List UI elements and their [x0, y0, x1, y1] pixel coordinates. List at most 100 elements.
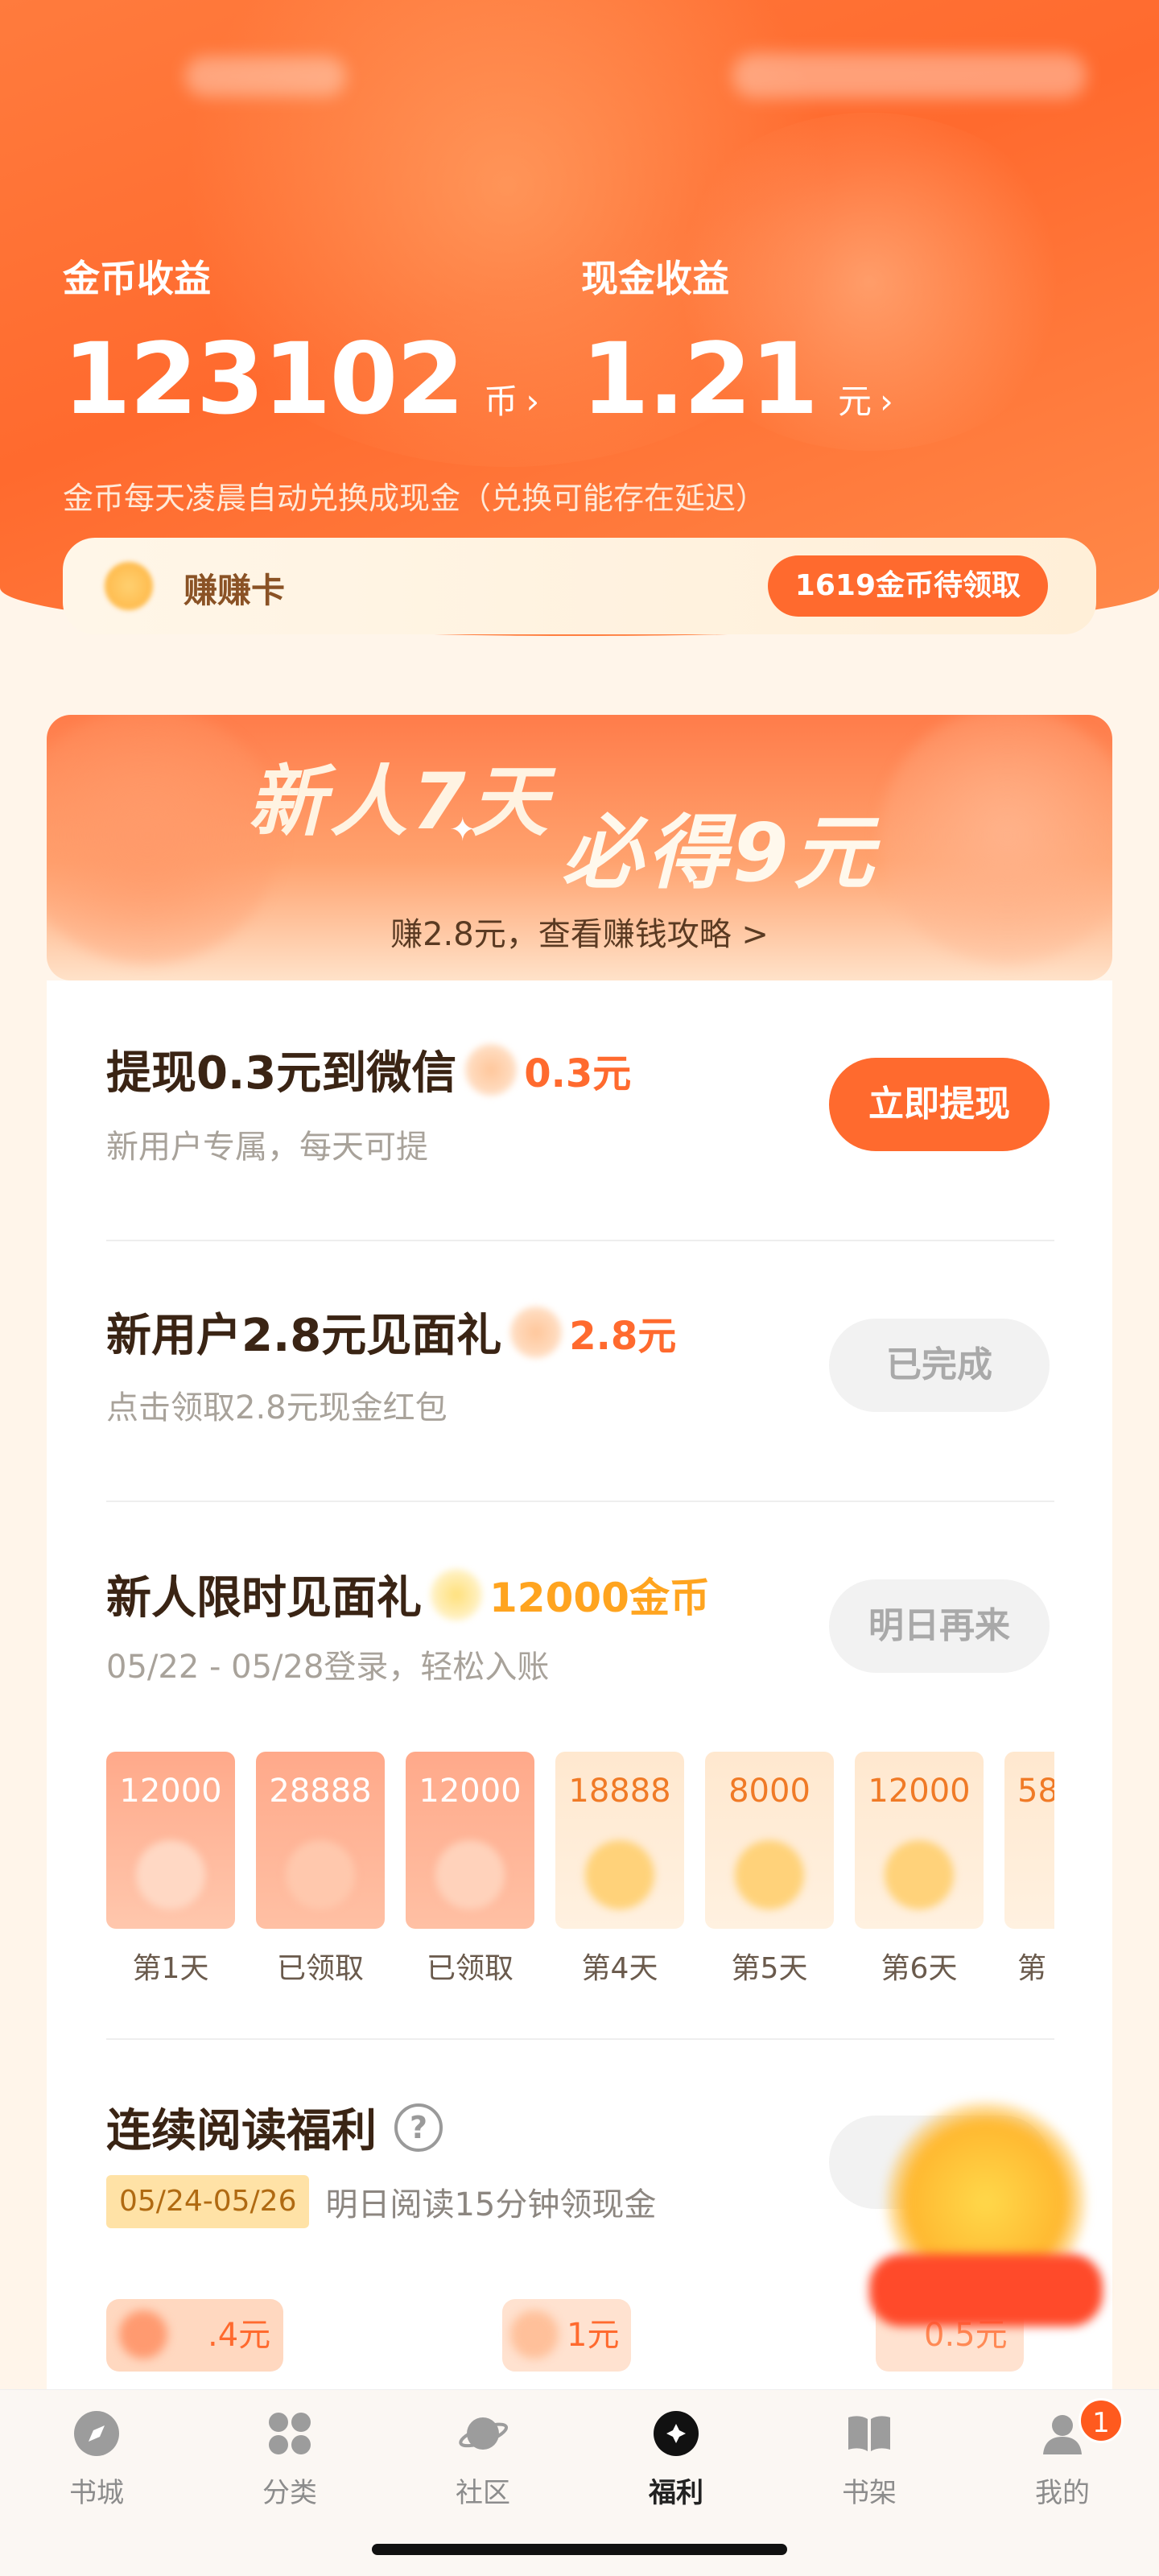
day-card[interactable]: 18888 — [555, 1752, 684, 1929]
newbie-banner[interactable]: 新人7天 必得9元 ✦ 赚2.8元，查看赚钱攻略 > — [47, 715, 1112, 980]
coin-earnings[interactable]: 123102 币 › — [63, 322, 539, 436]
day-value: 12000 — [119, 1773, 222, 1810]
day-card[interactable]: 12000 — [106, 1752, 235, 1929]
reading-title: 连续阅读福利 — [106, 2105, 377, 2157]
day-label: 第5天 — [731, 1952, 808, 1985]
blurred-status-left — [185, 56, 346, 97]
task-gift-header: 新用户2.8元见面礼 2.8元 — [106, 1299, 676, 1364]
day-card[interactable]: 28888 — [256, 1752, 385, 1929]
banner-title-line2: 必得9元 — [562, 806, 879, 900]
divider — [106, 2038, 1054, 2040]
day-card[interactable]: 58 — [1004, 1752, 1054, 1929]
tab-community[interactable]: 社区 — [386, 2408, 580, 2520]
home-indicator[interactable] — [372, 2544, 787, 2555]
tab-category[interactable]: 分类 — [193, 2408, 386, 2520]
daily-reward-strip: 12000 第1天 28888 已领取 12000 已领取 18888 第4天 … — [106, 1752, 1054, 1993]
tab-welfare[interactable]: 福利 — [580, 2408, 773, 2520]
day-value: 12000 — [868, 1773, 971, 1810]
tab-label: 书架 — [842, 2477, 897, 2509]
coin-icon — [510, 2310, 559, 2359]
compass-icon — [74, 2411, 119, 2456]
reading-date-row: 05/24-05/26 明日阅读15分钟领现金 — [106, 2175, 656, 2228]
promo-ribbon — [869, 2254, 1103, 2326]
coin-earnings-value: 123102 — [63, 322, 464, 436]
sparkle-icon: ✦ — [449, 811, 476, 848]
day-card[interactable]: 12000 — [855, 1752, 984, 1929]
task-title: 新人限时见面礼 — [106, 1572, 422, 1624]
task-title: 提现0.3元到微信 — [106, 1047, 457, 1100]
day-card[interactable]: 12000 — [406, 1752, 534, 1929]
day-value: 8000 — [728, 1773, 810, 1810]
help-icon[interactable]: ? — [394, 2103, 443, 2152]
day-label: 第1天 — [132, 1952, 209, 1985]
coin-unit: 币 — [484, 382, 518, 421]
cash-coin-icon — [509, 1305, 563, 1359]
tab-label: 分类 — [262, 2477, 317, 2509]
tab-bookshelf[interactable]: 书架 — [773, 2408, 966, 2520]
day-card[interactable]: 8000 — [705, 1752, 834, 1929]
cash-chevron-icon: › — [880, 382, 893, 421]
coin-earnings-label: 金币收益 — [63, 257, 211, 300]
book-icon — [848, 2416, 890, 2451]
floating-promo-button[interactable] — [853, 2101, 1103, 2343]
reward-amount: 1元 — [567, 2317, 620, 2354]
day-label: 第 — [1017, 1952, 1047, 1985]
coin-icon — [119, 2310, 167, 2359]
withdraw-now-button[interactable]: 立即提现 — [829, 1058, 1050, 1151]
task-reward: 12000金币 — [489, 1574, 710, 1621]
earn-card[interactable]: 赚赚卡 1619金币待领取 — [63, 538, 1096, 634]
tab-label: 福利 — [649, 2477, 703, 2509]
come-back-tomorrow-button[interactable]: 明日再来 — [829, 1579, 1050, 1673]
grid-icon — [269, 2413, 311, 2454]
day-value: 28888 — [269, 1773, 372, 1810]
day-value: 12000 — [419, 1773, 522, 1810]
task-subtitle: 05/22 - 05/28登录，轻松入账 — [106, 1649, 550, 1686]
coin-icon — [885, 1840, 954, 1909]
gift-icon — [654, 2411, 699, 2456]
notification-badge: 1 — [1079, 2398, 1124, 2443]
banner-guide-link[interactable]: 赚2.8元，查看赚钱攻略 > — [47, 908, 1112, 955]
date-range-badge: 05/24-05/26 — [106, 2175, 310, 2228]
coin-icon — [435, 1840, 505, 1909]
pending-coins-pill[interactable]: 1619金币待领取 — [767, 555, 1048, 617]
task-withdraw-header: 提现0.3元到微信 0.3元 — [106, 1037, 631, 1102]
earn-card-icon — [105, 562, 153, 610]
day-label: 已领取 — [426, 1952, 514, 1985]
exchange-note: 金币每天凌晨自动兑换成现金（兑换可能存在延迟） — [63, 481, 767, 516]
task-subtitle: 新用户专属，每天可提 — [106, 1129, 428, 1166]
day-label: 第6天 — [881, 1952, 958, 1985]
tab-mine[interactable]: 我的 — [966, 2408, 1159, 2520]
reading-benefit-header: 连续阅读福利 ? — [106, 2095, 443, 2160]
tab-label: 社区 — [456, 2477, 510, 2509]
divider — [106, 1501, 1054, 1502]
reward-amount: .4元 — [208, 2317, 271, 2354]
completed-button[interactable]: 已完成 — [829, 1319, 1050, 1412]
task-reward: 0.3元 — [524, 1051, 632, 1096]
cash-coin-icon — [464, 1042, 518, 1096]
cash-earnings-value: 1.21 — [581, 322, 819, 436]
cash-earnings[interactable]: 1.21 元 › — [581, 322, 893, 436]
banner-title-line1: 新人7天 — [248, 757, 553, 847]
tab-label: 我的 — [1035, 2477, 1090, 2509]
task-reward: 2.8元 — [569, 1313, 677, 1359]
reward-pill: .4元 — [106, 2299, 283, 2372]
task-title: 新用户2.8元见面礼 — [106, 1310, 502, 1362]
planet-icon — [459, 2417, 509, 2450]
reading-desc: 明日阅读15分钟领现金 — [325, 2186, 657, 2223]
day-value: 58 — [1017, 1773, 1054, 1810]
coin-icon — [585, 1840, 654, 1909]
cash-unit: 元 — [838, 382, 872, 421]
day-label: 已领取 — [276, 1952, 364, 1985]
divider — [106, 1240, 1054, 1241]
task-limited-header: 新人限时见面礼 12000金币 — [106, 1562, 710, 1627]
cash-earnings-label: 现金收益 — [581, 257, 729, 300]
coin-icon — [286, 1840, 355, 1909]
earn-card-label: 赚赚卡 — [184, 571, 286, 610]
day-label: 第4天 — [581, 1952, 658, 1985]
day-value: 18888 — [568, 1773, 671, 1810]
coin-chevron-icon: › — [526, 382, 540, 421]
coin-icon — [136, 1840, 205, 1909]
blurred-status-right — [732, 53, 1087, 98]
tab-bookstore[interactable]: 书城 — [0, 2408, 193, 2520]
coin-icon — [735, 1840, 804, 1909]
